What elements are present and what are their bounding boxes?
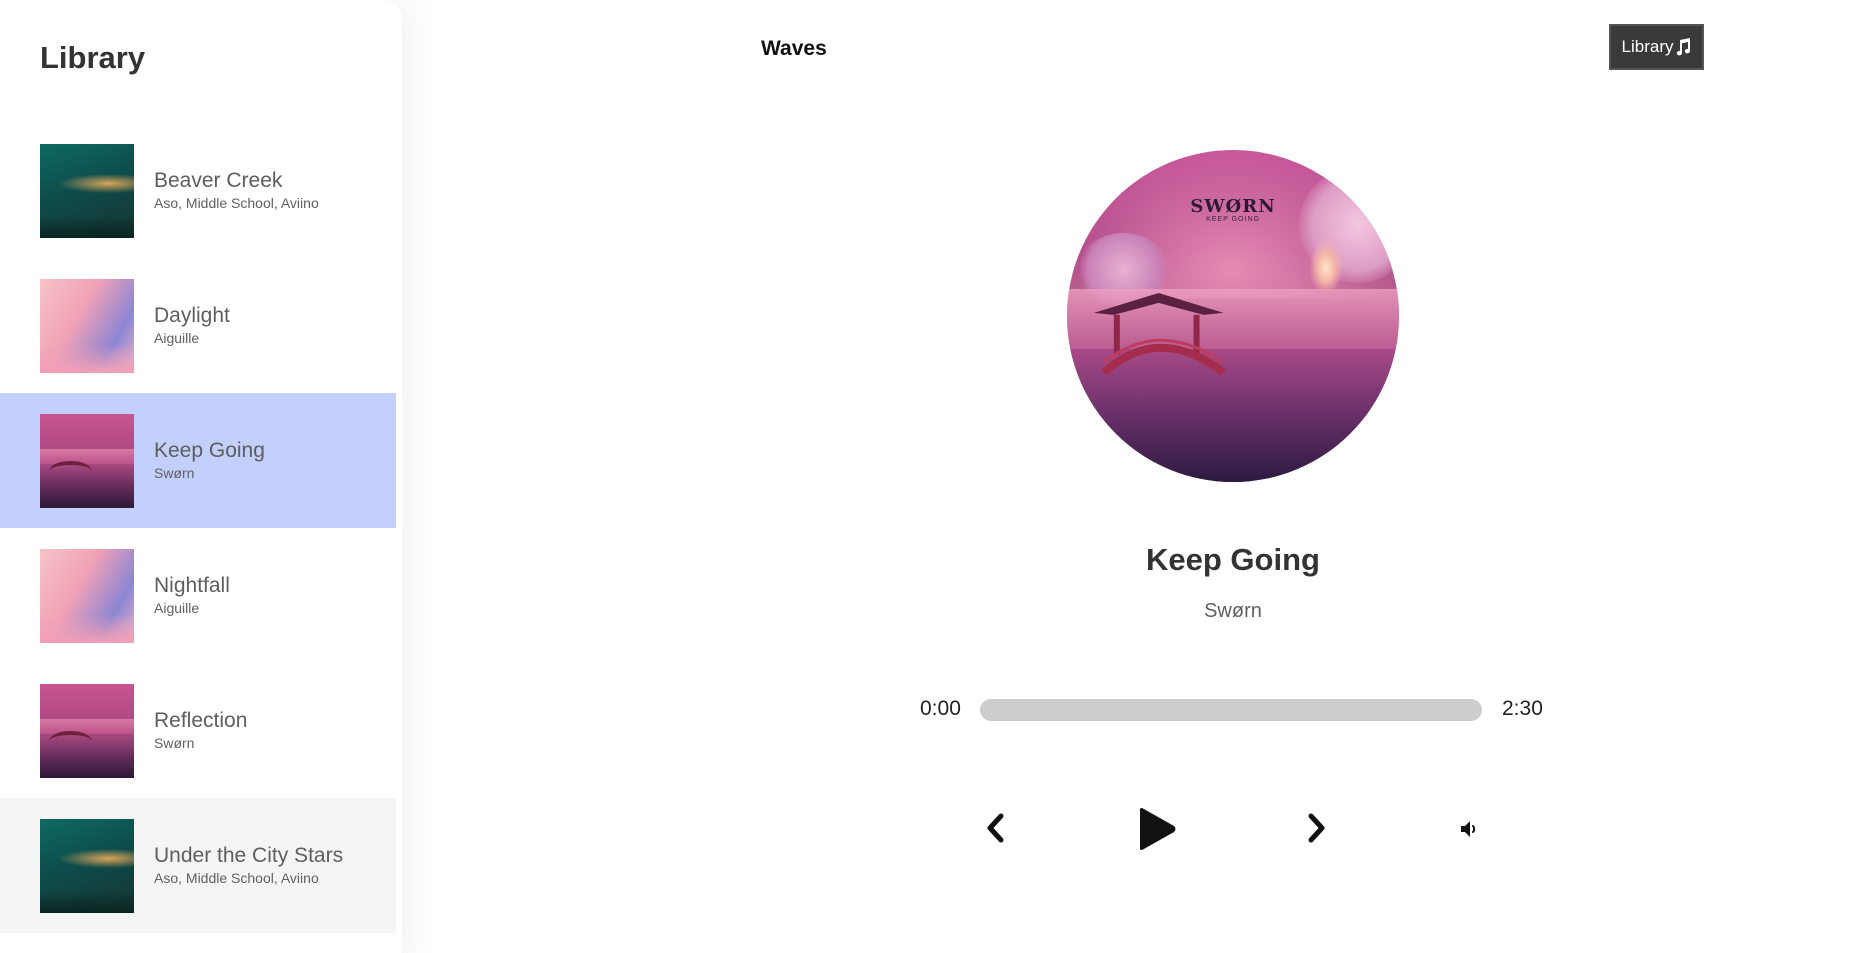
song-name: Reflection: [154, 709, 248, 732]
play-button[interactable]: [1134, 806, 1178, 852]
bridge-illustration: [1093, 292, 1226, 376]
song-artist: Aso, Middle School, Aviino: [154, 195, 319, 211]
progress-bar[interactable]: [980, 699, 1482, 721]
song-cover-image: [40, 548, 134, 643]
music-note-icon: [1677, 38, 1691, 56]
library-panel: Library Beaver Creek Aso, Middle School,…: [0, 0, 402, 953]
chevron-right-icon: [1308, 813, 1325, 843]
library-title: Library: [40, 40, 146, 75]
library-song-reflection[interactable]: Reflection Swørn: [0, 663, 396, 798]
library-song-nightfall[interactable]: Nightfall Aiguille: [0, 528, 396, 663]
library-song-daylight[interactable]: Daylight Aiguille: [0, 258, 396, 393]
library-toggle-button[interactable]: Library: [1609, 24, 1704, 70]
song-name: Beaver Creek: [154, 169, 283, 192]
volume-icon: [1461, 821, 1476, 837]
previous-track-button[interactable]: [982, 812, 1008, 844]
song-list: Beaver Creek Aso, Middle School, Aviino …: [0, 123, 396, 933]
music-player-app: Library Beaver Creek Aso, Middle School,…: [0, 0, 1869, 953]
library-button-label: Library: [1621, 37, 1674, 56]
song-cover-image: [40, 683, 134, 778]
track-title: Keep Going: [1146, 542, 1320, 577]
chevron-left-icon: [987, 813, 1004, 843]
cover-logo-subtitle: KEEP GOING: [1206, 216, 1260, 223]
song-artist: Aiguille: [154, 330, 200, 346]
song-cover-image: [40, 143, 134, 238]
song-cover-image: [40, 818, 134, 913]
song-artist: Swørn: [154, 465, 195, 481]
play-icon: [1140, 808, 1176, 850]
library-song-keep-going[interactable]: Keep Going Swørn: [0, 393, 396, 528]
total-time: 2:30: [1502, 697, 1543, 720]
library-song-under-the-city-stars[interactable]: Under the City Stars Aso, Middle School,…: [0, 798, 396, 933]
album-cover-image: SWØRN KEEP GOING: [1067, 150, 1399, 482]
song-artist: Aso, Middle School, Aviino: [154, 870, 319, 886]
app-brand: Waves: [761, 37, 827, 60]
song-name: Daylight: [154, 304, 230, 327]
song-cover-image: [40, 278, 134, 373]
song-cover-image: [40, 413, 134, 508]
song-name: Nightfall: [154, 574, 230, 597]
current-time: 0:00: [920, 697, 961, 720]
track-artist: Swørn: [1204, 600, 1262, 622]
volume-button[interactable]: [1459, 819, 1481, 839]
song-name: Under the City Stars: [154, 844, 344, 867]
library-song-beaver-creek[interactable]: Beaver Creek Aso, Middle School, Aviino: [0, 123, 396, 258]
next-track-button[interactable]: [1304, 812, 1330, 844]
cover-logo: SWØRN: [1190, 196, 1276, 217]
song-name: Keep Going: [154, 439, 265, 462]
song-artist: Swørn: [154, 735, 195, 751]
song-artist: Aiguille: [154, 600, 200, 616]
